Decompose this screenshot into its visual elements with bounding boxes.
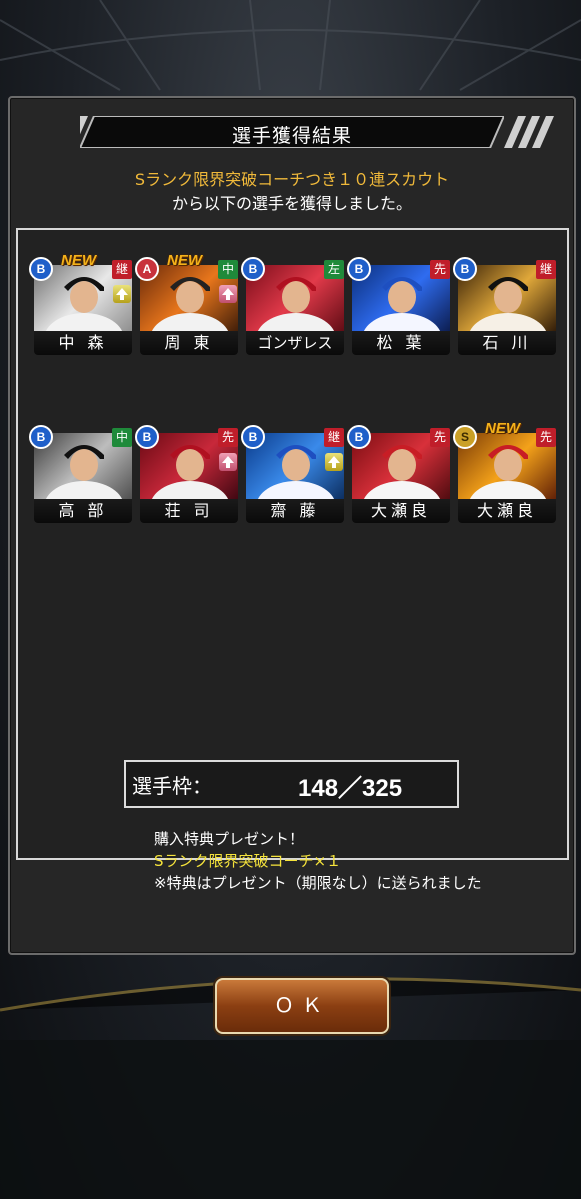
player-card[interactable]: 高 部 B 中	[29, 425, 134, 523]
position-badge: 継	[536, 260, 556, 279]
rank-badge: B	[29, 425, 53, 449]
player-name: 石 川	[458, 331, 556, 355]
rank-badge: B	[241, 425, 265, 449]
scout-name: Sランク限界突破コーチつき１０連スカウト	[134, 170, 450, 189]
position-badge: 先	[430, 260, 450, 279]
player-card[interactable]: 大瀬良 B 先	[347, 425, 452, 523]
player-card[interactable]: 松 葉 B 先	[347, 257, 452, 355]
bonus-item: Sランク限界突破コーチ×１	[154, 852, 342, 870]
scout-result-dialog: 選手獲得結果 Sランク限界突破コーチつき１０連スカウト から以下の選手を獲得しま…	[8, 96, 576, 1034]
position-badge: 先	[536, 428, 556, 447]
player-card[interactable]: 周 東 A 中 NEW	[135, 252, 240, 355]
player-name: 大瀬良	[352, 499, 450, 523]
player-name: 高 部	[34, 499, 132, 523]
player-card[interactable]: 石 川 B 継	[453, 257, 558, 355]
player-name: 松 葉	[352, 331, 450, 355]
position-badge: 先	[218, 428, 238, 447]
position-badge: 継	[112, 260, 132, 279]
level-up-icon	[325, 453, 343, 471]
player-card[interactable]: 中 森 B 継 NEW	[29, 252, 134, 355]
roster-slots-value: 148／325	[298, 775, 403, 802]
rank-badge: B	[241, 257, 265, 281]
new-badge: NEW	[167, 252, 202, 269]
result-message: から以下の選手を獲得しました。	[171, 194, 412, 213]
level-up-icon	[113, 285, 131, 303]
roster-slots-label: 選手枠：	[132, 774, 212, 798]
position-badge: 中	[112, 428, 132, 447]
dialog-title: 選手獲得結果	[231, 125, 352, 147]
rank-badge: B	[453, 257, 477, 281]
bonus-heading: 購入特典プレゼント！	[154, 830, 305, 848]
rank-badge: B	[29, 257, 53, 281]
rank-badge: A	[135, 257, 159, 281]
position-badge: 左	[324, 260, 344, 279]
player-card[interactable]: 大瀬良 S 先 NEW	[453, 420, 558, 523]
player-name: 荘 司	[140, 499, 238, 523]
player-name: 大瀬良	[458, 499, 556, 523]
player-name: ゴンザレス	[246, 331, 344, 355]
rank-badge: B	[135, 425, 159, 449]
rank-badge: B	[347, 257, 371, 281]
position-badge: 中	[218, 260, 238, 279]
player-card[interactable]: 荘 司 B 先	[135, 425, 240, 523]
rank-badge: S	[453, 425, 477, 449]
level-up-icon	[219, 285, 237, 303]
ok-button[interactable]: ＯＫ	[215, 978, 389, 1034]
new-badge: NEW	[485, 420, 520, 437]
new-badge: NEW	[61, 252, 96, 269]
rank-badge: B	[347, 425, 371, 449]
player-name: 中 森	[34, 331, 132, 355]
bonus-note: ※特典はプレゼント（期限なし）に送られました	[154, 874, 482, 892]
position-badge: 継	[324, 428, 344, 447]
player-name: 齋 藤	[246, 499, 344, 523]
level-up-icon	[219, 453, 237, 471]
player-card[interactable]: ゴンザレス B 左	[241, 257, 346, 355]
roster-slots-box: 選手枠： 148／325	[124, 760, 459, 808]
player-card[interactable]: 齋 藤 B 継	[241, 425, 346, 523]
position-badge: 先	[430, 428, 450, 447]
player-name: 周 東	[140, 331, 238, 355]
